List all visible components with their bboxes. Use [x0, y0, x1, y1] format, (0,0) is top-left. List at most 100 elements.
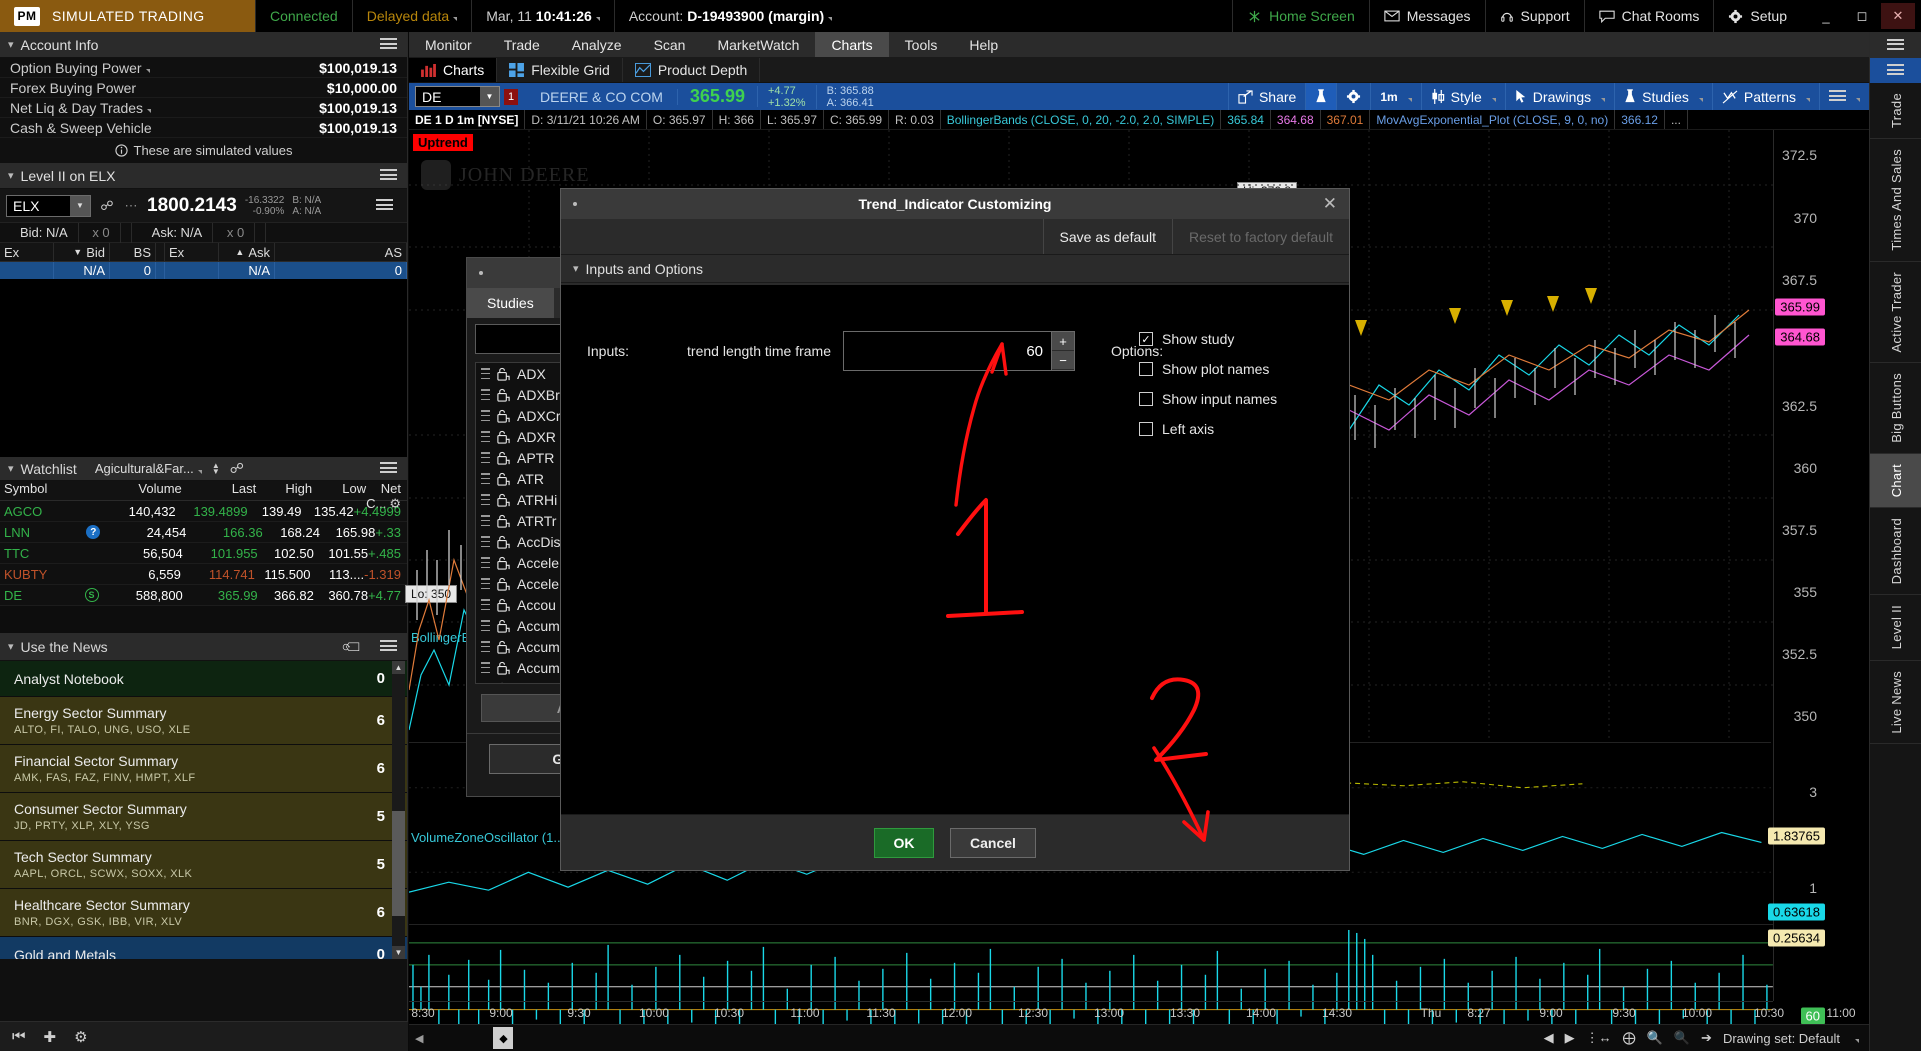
drag-handle-icon[interactable]: [481, 431, 490, 442]
tab-level-ii[interactable]: Level II: [1870, 595, 1921, 661]
list-item[interactable]: Healthcare Sector Summary BNR, DGX, GSK, …: [0, 889, 407, 937]
clock[interactable]: Mar, 11 10:41:26: [471, 0, 614, 32]
link-icon[interactable]: ☍: [230, 460, 244, 477]
link-icon[interactable]: ☍: [99, 197, 115, 215]
list-item[interactable]: Analyst Notebook 0: [0, 661, 407, 697]
tag-icon[interactable]: 🏷: [339, 633, 365, 659]
ok-button[interactable]: OK: [874, 827, 934, 858]
checkbox-icon[interactable]: [1139, 362, 1153, 376]
table-row[interactable]: KUBTY 6,559 114.741 115.500 113.... -1.3…: [0, 564, 407, 585]
l2-col-ask[interactable]: ▲ Ask: [219, 243, 275, 261]
support-button[interactable]: Support: [1484, 0, 1584, 32]
close-button[interactable]: ✕: [1881, 3, 1915, 29]
table-row[interactable]: LNN ? 24,454 166.36 168.24 165.98 +.33: [0, 522, 407, 543]
studies-button[interactable]: Studies: [1614, 83, 1712, 110]
checkbox-icon[interactable]: [1139, 422, 1153, 436]
zoom-in-icon[interactable]: 🔍: [1647, 1030, 1663, 1046]
drag-handle-icon[interactable]: [481, 536, 490, 547]
account-row[interactable]: Forex Buying Power $10,000.00: [0, 78, 407, 98]
level2-header[interactable]: ▾ Level II on ELX: [0, 163, 407, 189]
chevron-down-icon[interactable]: ▼: [480, 87, 499, 106]
news-scroll-thumb[interactable]: [392, 811, 405, 916]
setup-button[interactable]: Setup: [1713, 0, 1801, 32]
patterns-button[interactable]: Patterns: [1711, 83, 1819, 110]
tab-live-news[interactable]: Live News: [1870, 661, 1921, 745]
crosshair-icon[interactable]: ⨁: [1623, 1030, 1636, 1046]
drag-handle-icon[interactable]: [481, 389, 490, 400]
scroll-left-small-icon[interactable]: ◀: [1544, 1030, 1554, 1046]
chart-y-axis[interactable]: 372.5 370 367.5 365.99 364.68 362.5 360 …: [1768, 130, 1869, 1051]
checkbox-checked-icon[interactable]: ✓: [1139, 332, 1153, 346]
hamburger-menu-icon[interactable]: [376, 199, 393, 212]
tab-trade[interactable]: Trade: [1870, 83, 1921, 139]
wl-badge[interactable]: S: [70, 588, 112, 602]
list-item[interactable]: Gold and Metals 0: [0, 937, 407, 959]
chart-time-axis[interactable]: 8:30 9:00 9:30 10:00 10:30 11:00 11:30 1…: [409, 1001, 1921, 1023]
more-options-icon[interactable]: ⋯: [123, 197, 139, 215]
trend-length-stepper[interactable]: + −: [843, 331, 1075, 371]
drag-handle-icon[interactable]: [481, 410, 490, 421]
zoom-out-icon[interactable]: 🔍: [1674, 1030, 1690, 1046]
stepper-increment-button[interactable]: +: [1052, 332, 1074, 351]
close-icon[interactable]: ✕: [1323, 194, 1337, 214]
list-item[interactable]: Tech Sector Summary AAPL, ORCL, SCWX, SOX…: [0, 841, 407, 889]
add-icon[interactable]: ✚: [44, 1028, 57, 1046]
tab-chart[interactable]: Chart: [1870, 453, 1921, 509]
expand-horizontal-icon[interactable]: ⋮↔: [1586, 1030, 1612, 1046]
wl-col-last[interactable]: Last: [182, 481, 257, 500]
drag-handle-icon[interactable]: [481, 452, 490, 463]
tab-studies[interactable]: Studies: [467, 288, 554, 318]
hamburger-menu-icon[interactable]: [380, 38, 397, 51]
drawing-set-label[interactable]: Drawing set: Default: [1723, 1031, 1840, 1046]
menu-charts[interactable]: Charts: [815, 32, 889, 57]
list-item[interactable]: Energy Sector Summary ALTO, FI, TALO, UNG…: [0, 697, 407, 745]
watchlist-stepper[interactable]: ▲ ▼: [212, 461, 220, 475]
news-header[interactable]: ▾ Use the News 🏷: [0, 633, 407, 661]
level2-row[interactable]: N/A 0 N/A 0: [0, 262, 407, 279]
inputs-and-options-section-header[interactable]: ▾ Inputs and Options: [561, 255, 1349, 283]
trend-indicator-dialog[interactable]: Trend_Indicator Customizing ✕ Save as de…: [560, 188, 1350, 871]
l2-col-bs[interactable]: BS: [110, 243, 156, 261]
menu-tools[interactable]: Tools: [889, 32, 954, 57]
watchlist-header[interactable]: ▾ Watchlist Agicultural&Far... ▲ ▼ ☍: [0, 457, 407, 481]
messages-button[interactable]: Messages: [1368, 0, 1485, 32]
level2-symbol-input[interactable]: ELX ▼: [6, 194, 91, 217]
tab-big-buttons[interactable]: Big Buttons: [1870, 363, 1921, 454]
menu-analyze[interactable]: Analyze: [556, 32, 638, 57]
trend-length-input[interactable]: [844, 332, 1051, 370]
stepper-decrement-button[interactable]: −: [1052, 351, 1074, 370]
home-screen-button[interactable]: Home Screen: [1232, 0, 1369, 32]
drag-handle-icon[interactable]: [481, 473, 490, 484]
menu-marketwatch[interactable]: MarketWatch: [701, 32, 815, 57]
l2-col-ex2[interactable]: Ex: [165, 243, 219, 261]
right-panel-menu[interactable]: [1870, 32, 1921, 58]
option-show-input-names[interactable]: Show input names: [1139, 391, 1277, 407]
tab-flexible-grid[interactable]: Flexible Grid: [497, 58, 623, 82]
right-panel-menu-2[interactable]: [1870, 58, 1921, 83]
l2-col-bid[interactable]: ▼ Bid: [54, 243, 110, 261]
chart-menu-button[interactable]: [1819, 83, 1869, 110]
account-row[interactable]: Option Buying Power $100,019.13: [0, 58, 407, 78]
maximize-button[interactable]: ◻: [1845, 3, 1879, 29]
drag-handle-icon[interactable]: [481, 641, 490, 652]
chart-link-chip[interactable]: 1: [504, 88, 518, 105]
data-status[interactable]: Delayed data: [351, 0, 472, 32]
chart-info-more[interactable]: ...: [1665, 110, 1688, 129]
menu-scan[interactable]: Scan: [638, 32, 702, 57]
hamburger-menu-icon[interactable]: [380, 169, 397, 182]
scroll-right-small-icon[interactable]: ▶: [1565, 1030, 1575, 1046]
timeframe-button[interactable]: 1m: [1370, 83, 1420, 110]
hamburger-menu-icon[interactable]: [380, 462, 397, 475]
drag-handle-icon[interactable]: [481, 578, 490, 589]
menu-trade[interactable]: Trade: [488, 32, 556, 57]
watchlist-name[interactable]: Agicultural&Far...: [95, 461, 194, 476]
tab-times-and-sales[interactable]: Times And Sales: [1870, 139, 1921, 262]
chat-rooms-button[interactable]: Chat Rooms: [1583, 0, 1714, 32]
wl-col-net-change[interactable]: Net C... ⚙: [366, 481, 407, 511]
wl-col-symbol[interactable]: Symbol: [0, 481, 70, 500]
minimize-button[interactable]: _: [1809, 3, 1843, 29]
account-row[interactable]: Cash & Sweep Vehicle $100,019.13: [0, 118, 407, 138]
wl-col-volume[interactable]: Volume: [112, 481, 181, 500]
list-item[interactable]: Financial Sector Summary AMK, FAS, FAZ, F…: [0, 745, 407, 793]
option-show-study[interactable]: ✓ Show study: [1139, 331, 1277, 347]
